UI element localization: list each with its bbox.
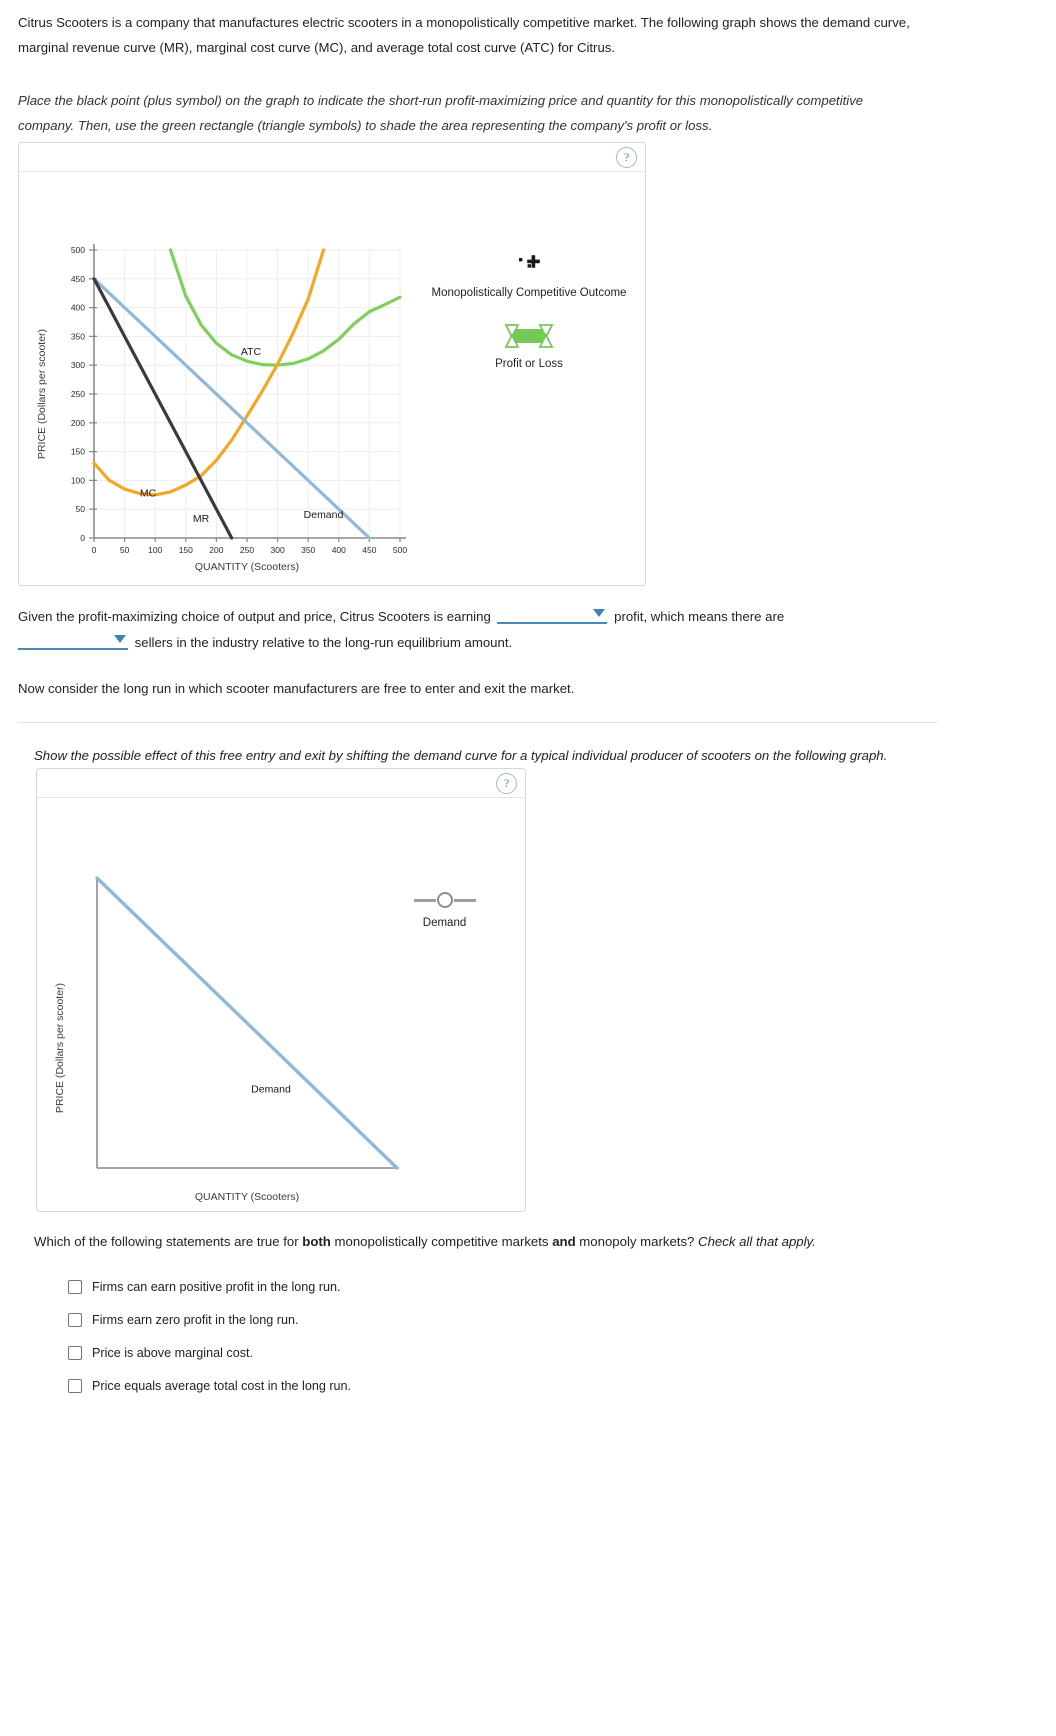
graph-panel-two: ? Demand QUANTITY (Scooters) PRICE (Doll… [36, 768, 526, 1212]
checkbox-row[interactable]: Price equals average total cost in the l… [68, 1369, 868, 1402]
slider-track-right [453, 898, 476, 902]
slider-icon[interactable] [367, 890, 522, 910]
svg-text:150: 150 [71, 447, 85, 457]
long-run-text: Now consider the long run in which scoot… [18, 681, 575, 696]
dropdown-sentence-part3: sellers in the industry relative to the … [134, 635, 513, 651]
profit-type-select[interactable] [497, 605, 608, 624]
checkbox-row[interactable]: Price is above marginal cost. [68, 1336, 868, 1369]
dropdown-sentence-block: Given the profit-maximizing choice of ou… [18, 604, 1018, 657]
svg-text:100: 100 [148, 545, 162, 555]
svg-text:500: 500 [393, 545, 407, 555]
help-icon-two[interactable]: ? [496, 773, 517, 794]
svg-text:250: 250 [240, 545, 254, 555]
tool-demand-slider[interactable]: Demand [367, 890, 522, 931]
svg-text:Demand: Demand [304, 509, 344, 521]
dropdown-sentence-part1: Given the profit-maximizing choice of ou… [18, 609, 491, 624]
final-question-tail: monopoly markets? [575, 1234, 699, 1249]
svg-text:350: 350 [301, 545, 315, 555]
final-question: Which of the following statements are tr… [34, 1234, 974, 1249]
panel-one-tool-palette: Monopolistically Competitive Outcome Pro… [414, 250, 644, 392]
slider-knob[interactable] [436, 892, 453, 908]
svg-text:200: 200 [71, 418, 85, 428]
tool-label-profit-or-loss: Profit or Loss [495, 357, 563, 370]
svg-text:MC: MC [140, 488, 157, 500]
svg-text:400: 400 [71, 303, 85, 313]
panel-two-tool-palette: Demand [367, 890, 522, 951]
tool-label-demand: Demand [422, 917, 467, 929]
svg-text:150: 150 [179, 545, 193, 555]
svg-text:500: 500 [71, 245, 85, 255]
graph-panel-one: ? 0 50 100 150 200 250 300 350 400 450 500 0 50 100 15… [18, 142, 646, 586]
checkbox-price-above-mc[interactable] [68, 1345, 82, 1360]
checkbox-price-equals-atc[interactable] [68, 1378, 82, 1393]
svg-text:450: 450 [71, 274, 85, 284]
svg-text:350: 350 [71, 331, 85, 341]
svg-text:0: 0 [92, 545, 97, 555]
panel-one-toolbar: ? [19, 143, 645, 172]
svg-text:MR: MR [193, 513, 210, 525]
section-divider [18, 722, 938, 723]
intro-paragraph: Citrus Scooters is a company that manufa… [18, 15, 910, 56]
final-question-bold-and: and [552, 1234, 576, 1249]
help-icon[interactable]: ? [616, 147, 637, 168]
svg-text:PRICE (Dollars per scooter): PRICE (Dollars per scooter) [36, 329, 48, 459]
show-effect-instruction: Show the possible effect of this free en… [34, 748, 888, 764]
svg-text:250: 250 [71, 389, 85, 399]
svg-text:100: 100 [71, 475, 85, 485]
svg-text:200: 200 [209, 545, 223, 555]
svg-text:ATC: ATC [241, 346, 262, 358]
checkbox-zero-profit[interactable] [68, 1312, 82, 1327]
svg-text:50: 50 [76, 504, 86, 514]
checkbox-label: Firms earn zero profit in the long run. [92, 1312, 299, 1327]
panel-two-plot-area: Demand QUANTITY (Scooters) PRICE (Dollar… [37, 798, 525, 1212]
checkbox-label: Price equals average total cost in the l… [92, 1378, 352, 1393]
checkbox-label: Firms can earn positive profit in the lo… [92, 1279, 341, 1294]
panel-one-plot-area: 0 50 100 150 200 250 300 350 400 450 500 0 50 100 150 2… [19, 172, 645, 586]
economics-chart-two: Demand QUANTITY (Scooters) PRICE (Dollar… [54, 876, 399, 1203]
tool-profit-or-loss[interactable]: Profit or Loss [414, 321, 644, 372]
tool-label-monopolistic-outcome: Monopolistically Competitive Outcome [431, 287, 627, 299]
checkbox-label: Price is above marginal cost. [92, 1345, 253, 1360]
tool-monopolistic-outcome[interactable]: Monopolistically Competitive Outcome [414, 250, 644, 301]
placement-instruction: Place the black point (plus symbol) on t… [18, 93, 864, 134]
panel-two-toolbar: ? [37, 769, 525, 798]
svg-text:50: 50 [120, 545, 130, 555]
final-question-mid: monopolistically competitive markets [330, 1234, 553, 1249]
svg-text:300: 300 [271, 545, 285, 555]
green-rectangle-icon[interactable] [414, 321, 644, 351]
svg-text:Demand: Demand [251, 1084, 291, 1096]
final-question-check-all: Check all that apply. [698, 1234, 816, 1249]
svg-text:QUANTITY (Scooters): QUANTITY (Scooters) [195, 1191, 299, 1203]
checkbox-row[interactable]: Firms earn zero profit in the long run. [68, 1303, 868, 1336]
checkbox-positive-profit[interactable] [68, 1279, 82, 1294]
svg-text:PRICE (Dollars per scooter): PRICE (Dollars per scooter) [54, 983, 66, 1113]
final-question-bold-both: both [302, 1234, 331, 1249]
seller-count-select[interactable] [18, 631, 128, 651]
svg-text:300: 300 [71, 360, 85, 370]
dropdown-sentence-part2: profit, which means there are [614, 609, 785, 624]
slider-track-left [413, 898, 436, 902]
svg-text:QUANTITY (Scooters): QUANTITY (Scooters) [195, 561, 299, 573]
final-question-lead: Which of the following statements are tr… [34, 1234, 303, 1249]
svg-text:450: 450 [362, 545, 376, 555]
svg-text:0: 0 [80, 533, 85, 543]
checkbox-row[interactable]: Firms can earn positive profit in the lo… [68, 1270, 868, 1303]
black-plus-point-icon[interactable] [414, 250, 644, 280]
svg-text:400: 400 [332, 545, 346, 555]
answer-checklist: Firms can earn positive profit in the lo… [68, 1270, 868, 1402]
